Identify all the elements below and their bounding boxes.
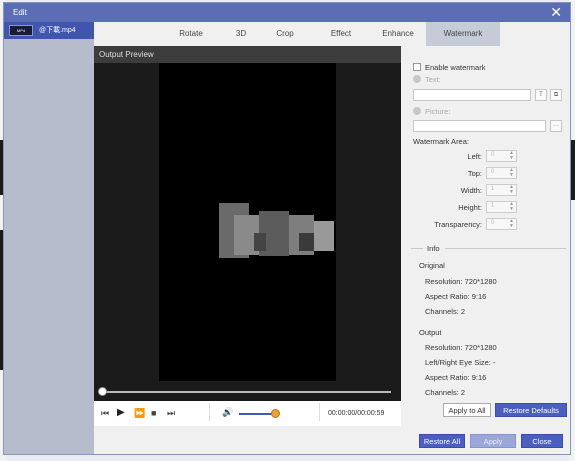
height-label: Height:: [458, 203, 482, 212]
tab-effect[interactable]: Effect: [316, 22, 366, 46]
timecode: 00:00:00/00:00:59: [328, 410, 385, 417]
title-bar: Edit ✕: [4, 3, 570, 22]
close-button[interactable]: Close: [521, 434, 563, 448]
progress-bar[interactable]: [101, 391, 391, 393]
file-list-item[interactable]: MP4 @下載.mp4: [4, 22, 94, 39]
restore-all-button[interactable]: Restore All: [419, 434, 465, 448]
apply-button[interactable]: Apply: [470, 434, 516, 448]
watermark-settings-panel: Enable watermark Text: T ⧉ Picture: ··· …: [401, 46, 570, 426]
divider: [411, 248, 423, 249]
playback-controls: ⏮ ▶ ⏩ ■ ⏭ 🔊 00:00:00/00:00:59: [94, 401, 401, 426]
width-label: Width:: [460, 186, 482, 195]
pixelated-watermark-area: [299, 233, 314, 251]
divider: [445, 248, 566, 249]
tab-watermark[interactable]: Watermark: [426, 22, 500, 46]
tab-crop[interactable]: Crop: [262, 22, 308, 46]
transparency-label: Transparency:: [434, 220, 482, 229]
apply-to-all-button[interactable]: Apply to All: [443, 403, 491, 417]
restore-defaults-button[interactable]: Restore Defaults: [495, 403, 567, 417]
divider: [209, 403, 210, 421]
transparency-stepper[interactable]: 0 ▲ ▼: [486, 218, 517, 230]
file-list: MP4 @下載.mp4: [4, 22, 94, 454]
original-channels: Channels: 2: [425, 307, 466, 316]
tab-enhance[interactable]: Enhance: [372, 22, 424, 46]
enable-watermark-checkbox[interactable]: [413, 63, 421, 71]
text-watermark-input[interactable]: [413, 89, 531, 101]
bottom-bar: Restore All Apply Close: [94, 426, 570, 454]
skip-end-icon[interactable]: ⏭: [167, 407, 175, 419]
width-stepper[interactable]: 1 ▲ ▼: [486, 184, 517, 196]
text-watermark-radio[interactable]: [413, 75, 421, 83]
file-name: @下載.mp4: [39, 27, 76, 34]
info-title: Info: [427, 244, 440, 253]
output-resolution: Resolution: 720*1280: [425, 343, 497, 352]
top-label: Top:: [467, 169, 482, 178]
picture-watermark-radio[interactable]: [413, 107, 421, 115]
picture-label: Picture:: [425, 107, 451, 116]
top-stepper[interactable]: 0 ▲ ▼: [486, 167, 517, 179]
play-icon[interactable]: ▶: [117, 407, 125, 419]
text-style-button[interactable]: ⧉: [550, 89, 562, 101]
window-title: Edit: [13, 8, 27, 17]
pixelated-watermark-area: [254, 233, 266, 251]
tab-rotate[interactable]: Rotate: [162, 22, 220, 46]
original-title: Original: [419, 261, 445, 270]
tab-3d[interactable]: 3D: [220, 22, 262, 46]
volume-level: [239, 413, 275, 415]
video-frame: [159, 63, 336, 381]
fast-forward-icon[interactable]: ⏩: [134, 407, 145, 419]
output-preview: [94, 63, 401, 401]
original-aspect-ratio: Aspect Ratio: 9:16: [425, 292, 487, 301]
height-stepper[interactable]: 1 ▲ ▼: [486, 201, 517, 213]
output-eye-size: Left/Right Eye Size: -: [425, 358, 496, 367]
preview-title: Output Preview: [99, 50, 154, 59]
main-panel: Output Preview ⏮ ▶ ⏩ ■ ⏭ 🔊 00:00:00/00:0…: [94, 46, 570, 454]
output-aspect-ratio: Aspect Ratio: 9:16: [425, 373, 487, 382]
output-channels: Channels: 2: [425, 388, 466, 397]
edit-dialog: Edit ✕ MP4 @下載.mp4 Rotate 3D Crop Effect…: [3, 2, 571, 455]
divider: [319, 403, 320, 421]
text-font-button[interactable]: T: [535, 89, 547, 101]
skip-start-icon[interactable]: ⏮: [101, 407, 109, 419]
text-label: Text:: [425, 75, 441, 84]
video-thumbnail: MP4: [9, 25, 33, 36]
original-resolution: Resolution: 720*1280: [425, 277, 497, 286]
volume-icon[interactable]: 🔊: [222, 407, 233, 418]
tab-bar: Rotate 3D Crop Effect Enhance Watermark: [94, 22, 570, 46]
pixelated-watermark-area: [314, 221, 334, 251]
left-stepper[interactable]: 0 ▲ ▼: [486, 150, 517, 162]
left-label: Left:: [467, 152, 482, 161]
stop-icon[interactable]: ■: [151, 407, 156, 419]
progress-handle[interactable]: [98, 387, 107, 396]
watermark-area-label: Watermark Area:: [413, 137, 469, 146]
picture-path-input[interactable]: [413, 120, 546, 132]
output-title: Output: [419, 328, 442, 337]
enable-watermark-label: Enable watermark: [425, 63, 486, 72]
preview-header: Output Preview: [94, 46, 401, 63]
browse-picture-button[interactable]: ···: [550, 120, 562, 132]
volume-handle[interactable]: [271, 409, 280, 418]
close-icon[interactable]: ✕: [550, 4, 562, 20]
